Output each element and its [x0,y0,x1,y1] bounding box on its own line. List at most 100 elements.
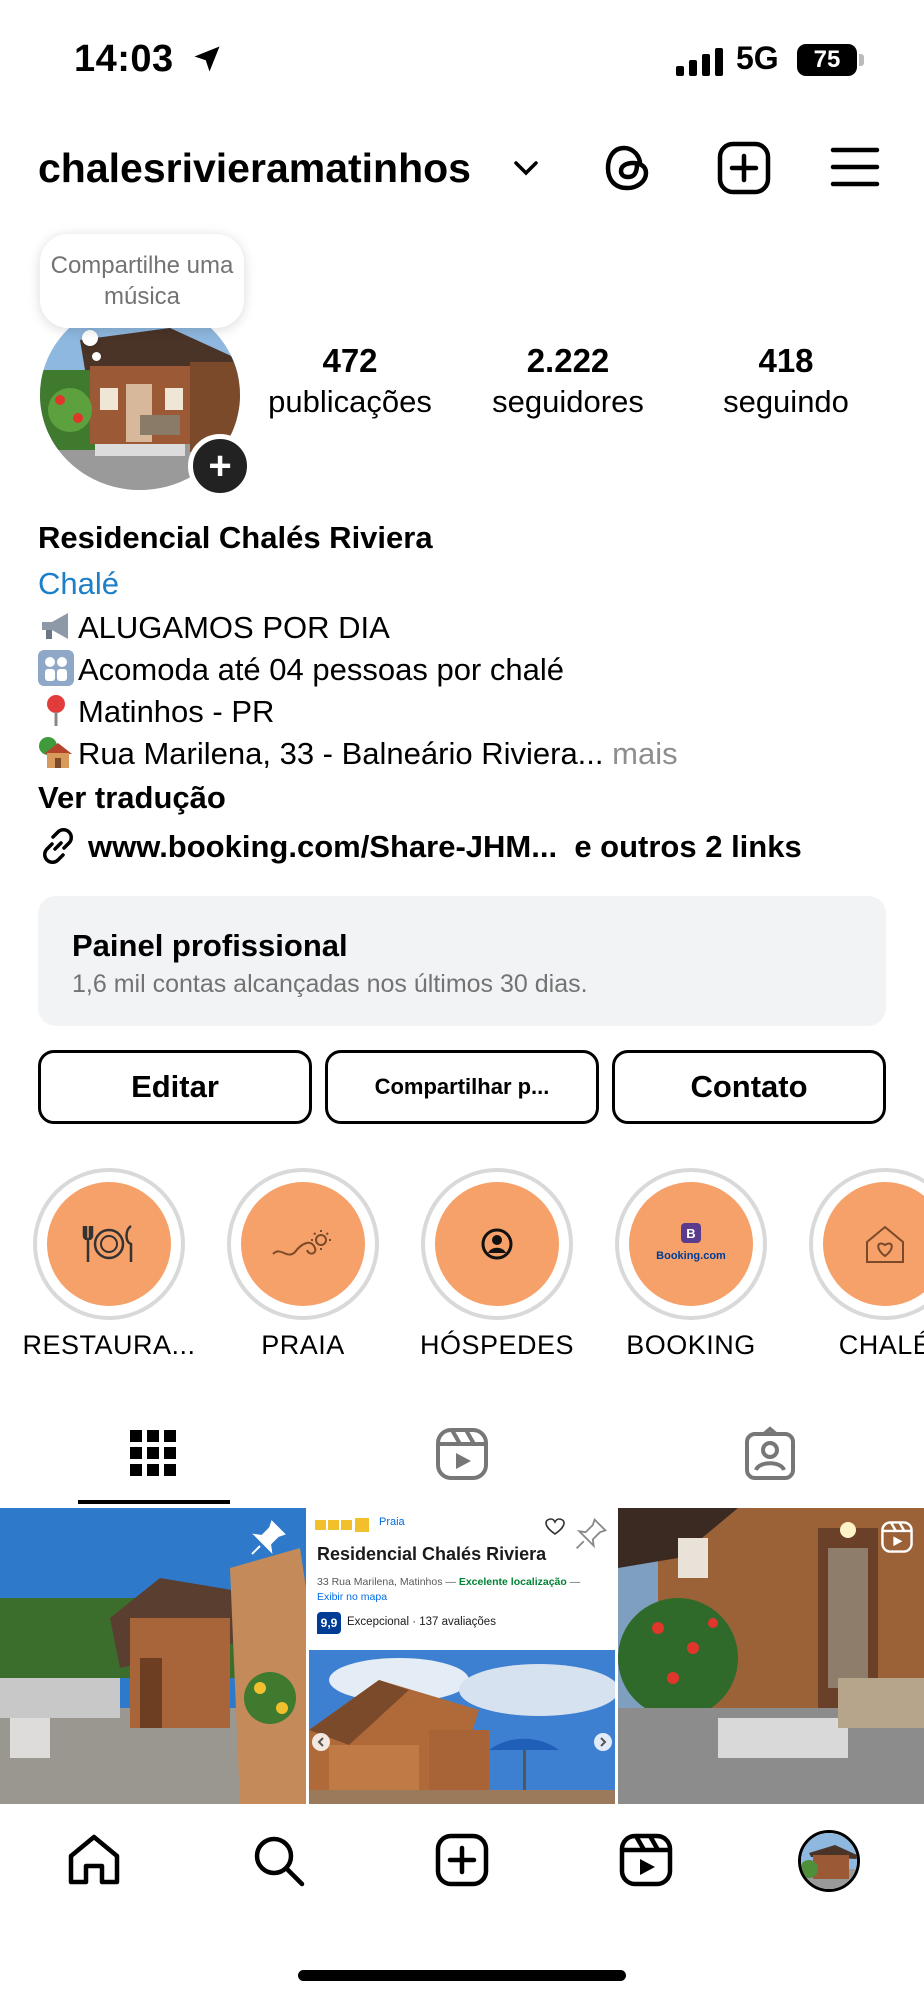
hotel-photo [309,1650,615,1804]
bio-line: Matinhos - PR [38,692,274,730]
battery-tip [859,54,864,66]
heart-house-icon [866,1225,904,1263]
stat-label: seguidores [492,384,644,419]
grid-tab-icon[interactable] [128,1428,178,1478]
highlight-cover [47,1182,171,1306]
bio-text: Rua Marilena, 33 - Balneário Riviera... [78,736,604,771]
pinned-icon [251,1520,286,1555]
house-icon [38,734,74,770]
stat-label: publicações [268,384,432,419]
bio-text: Acomoda até 04 pessoas por chalé [78,652,564,687]
edit-profile-button[interactable]: Editar [38,1050,312,1124]
highlight-label: RESTAURA... [22,1330,196,1360]
pinned-icon [575,1517,608,1550]
stat-value: 418 [758,342,814,379]
location-badge: Excelente localização [458,1576,567,1588]
more-link[interactable]: mais [612,736,677,771]
note-bubble[interactable]: Compartilhe uma música [40,234,244,328]
home-icon[interactable] [66,1832,122,1888]
note-bubble-tail-small [92,352,101,361]
network-label: 5G [736,40,779,76]
panel-title: Painel profissional [72,928,348,963]
username-switcher[interactable]: chalesrivieramatinhos [38,145,471,192]
reels-tab-icon[interactable] [434,1426,490,1482]
post-card-title: Residencial Chalés Riviera [317,1544,547,1564]
highlight-guests[interactable] [421,1168,573,1320]
chalet-photo [618,1508,924,1804]
link-icon [43,828,73,864]
reel-indicator-icon [881,1521,913,1553]
highlight-chalet[interactable] [809,1168,924,1320]
profile-category[interactable]: Chalé [38,566,119,602]
create-icon[interactable] [434,1832,490,1888]
location-arrow-icon [194,46,220,72]
other-links-text: e outros 2 links [574,829,802,864]
stat-value: 472 [322,342,378,379]
highlight-label: CHALÉ [838,1330,924,1360]
person-icon [481,1228,513,1260]
stat-posts[interactable]: 472 publicações [250,342,450,420]
profile-name: Residencial Chalés Riviera [38,520,433,555]
profile-link[interactable]: www.booking.com/Share-JHM... e outros 2 … [38,826,802,866]
panel-subtitle: 1,6 mil contas alcançadas nos últimos 30… [72,970,588,998]
link-text: www.booking.com/Share-JHM... [88,829,558,864]
highlight-label: BOOKING [626,1330,756,1360]
threads-icon[interactable] [600,140,656,196]
bio-line: ALUGAMOS POR DIA [38,608,390,646]
post-card-tag: Praia [379,1516,405,1528]
highlight-booking[interactable]: B Booking.com [615,1168,767,1320]
post-thumbnail[interactable] [618,1508,924,1804]
rating-stars [315,1518,379,1532]
contact-button[interactable]: Contato [612,1050,886,1124]
search-icon[interactable] [250,1832,306,1888]
heart-outline-icon [545,1518,565,1535]
home-indicator [298,1970,626,1981]
stat-following[interactable]: 418 seguindo [686,342,886,420]
svg-text:Booking.com: Booking.com [656,1250,726,1262]
status-time: 14:03 [74,38,174,80]
post-card-address: 33 Rua Marilena, Matinhos — Excelente lo… [317,1576,581,1588]
wave-sun-icon [272,1230,331,1256]
menu-icon[interactable] [830,146,880,188]
chevron-down-icon[interactable] [512,158,540,178]
map-link: Exibir no mapa [317,1591,388,1603]
battery-level: 75 [813,46,841,73]
rating-text: Excepcional · 137 avaliações [347,1616,496,1628]
highlight-label: HÓSPEDES [419,1330,575,1360]
bio-line: Rua Marilena, 33 - Balneário Riviera... … [38,734,678,772]
share-profile-button[interactable]: Compartilhar p... [325,1050,599,1124]
chalet-photo [801,1833,857,1889]
highlight-label: PRAIA [261,1330,345,1360]
signal-icon [676,48,723,76]
highlight-restaurant[interactable] [33,1168,185,1320]
score-badge: 9,9 [317,1612,341,1634]
note-bubble-tail [82,330,98,346]
bio-text: ALUGAMOS POR DIA [78,610,390,645]
highlight-beach[interactable] [227,1168,379,1320]
add-story-button[interactable]: + [188,434,252,498]
plate-icon [82,1224,133,1262]
stat-label: seguindo [723,384,849,419]
create-post-icon[interactable] [716,140,772,196]
highlight-cover [241,1182,365,1306]
megaphone-icon [38,608,74,644]
highlight-cover [823,1182,924,1306]
reels-icon[interactable] [618,1832,674,1888]
highlight-cover: B Booking.com [629,1182,753,1306]
bio-text: Matinhos - PR [78,694,275,729]
active-tab-indicator [78,1500,230,1504]
svg-text:B: B [686,1226,695,1241]
pin-icon [38,692,74,728]
family-icon [38,650,74,686]
post-thumbnail[interactable]: Praia Residencial Chalés Riviera 33 Rua … [309,1508,615,1804]
highlight-cover [435,1182,559,1306]
stat-value: 2.222 [526,342,610,379]
tagged-tab-icon[interactable] [742,1426,798,1482]
bio-line: Acomoda até 04 pessoas por chalé [38,650,564,688]
booking-logo: B Booking.com [656,1223,726,1262]
post-thumbnail[interactable] [0,1508,306,1804]
address-text: 33 Rua Marilena, Matinhos — [317,1576,456,1588]
translate-link[interactable]: Ver tradução [38,780,226,816]
stat-followers[interactable]: 2.222 seguidores [468,342,668,420]
profile-tab-avatar[interactable] [798,1830,860,1892]
